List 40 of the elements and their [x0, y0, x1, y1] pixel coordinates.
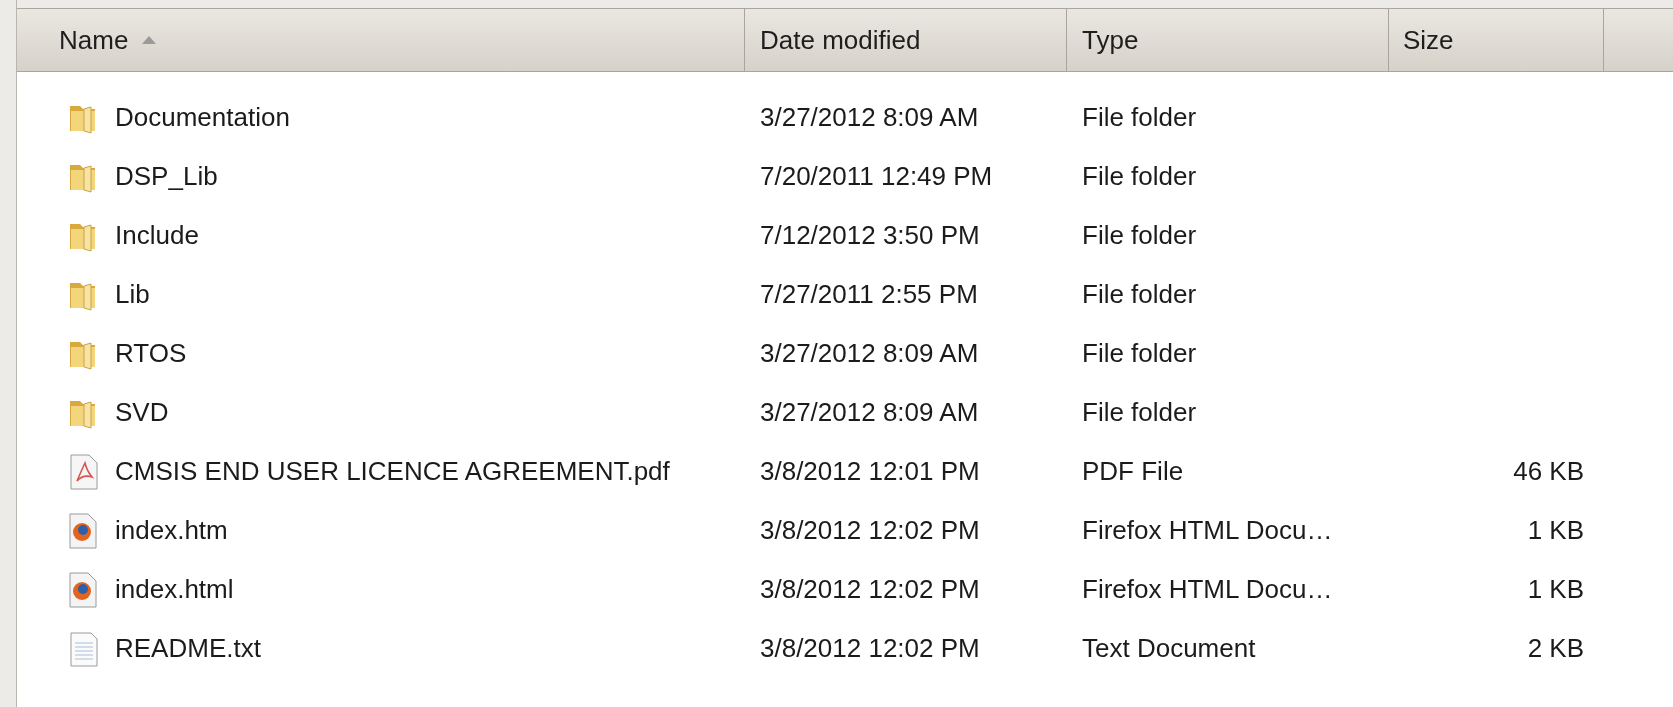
date-modified: 3/27/2012 8:09 AM — [760, 338, 979, 368]
file-type: File folder — [1082, 338, 1197, 368]
file-name[interactable]: README.txt — [115, 629, 261, 668]
file-type: File folder — [1082, 161, 1197, 191]
date-modified: 3/27/2012 8:09 AM — [760, 397, 979, 427]
file-size: 46 KB — [1513, 456, 1584, 486]
date-modified: 3/8/2012 12:02 PM — [760, 633, 980, 663]
date-modified: 3/8/2012 12:02 PM — [760, 515, 980, 545]
column-header[interactable]: Type — [1067, 9, 1389, 71]
pdf-file-icon — [67, 453, 101, 490]
file-type: File folder — [1082, 220, 1197, 250]
file-size: 1 KB — [1527, 515, 1584, 545]
file-name[interactable]: index.htm — [115, 511, 228, 550]
date-modified: 3/27/2012 8:09 AM — [760, 102, 979, 132]
date-modified: 3/8/2012 12:02 PM — [760, 574, 980, 604]
file-name[interactable]: DSP_Lib — [115, 157, 218, 196]
file-type: Text Document — [1082, 633, 1256, 663]
file-name[interactable]: index.html — [115, 570, 234, 609]
column-header[interactable]: Name — [17, 9, 745, 71]
file-name[interactable]: CMSIS END USER LICENCE AGREEMENT.pdf — [115, 452, 670, 491]
file-type: Firefox HTML Docu… — [1082, 515, 1333, 545]
file-type: File folder — [1082, 279, 1197, 309]
column-header[interactable]: Date modified — [745, 9, 1067, 71]
file-type: File folder — [1082, 397, 1197, 427]
file-type: Firefox HTML Docu… — [1082, 574, 1333, 604]
text-file-icon — [67, 630, 101, 667]
file-name[interactable]: Documentation — [115, 98, 290, 137]
file-name[interactable]: RTOS — [115, 334, 187, 373]
date-modified: 7/20/2011 12:49 PM — [760, 161, 993, 191]
file-name[interactable]: Include — [115, 216, 199, 255]
file-type: File folder — [1082, 102, 1197, 132]
file-size: 2 KB — [1527, 633, 1584, 663]
file-name[interactable]: SVD — [115, 393, 169, 432]
column-header[interactable]: Size — [1389, 9, 1604, 71]
date-modified: 7/27/2011 2:55 PM — [760, 279, 978, 309]
file-size: 1 KB — [1527, 574, 1584, 604]
date-modified: 7/12/2012 3:50 PM — [760, 220, 980, 250]
file-type: PDF File — [1082, 456, 1184, 486]
file-name[interactable]: Lib — [115, 275, 150, 314]
date-modified: 3/8/2012 12:01 PM — [760, 456, 980, 486]
